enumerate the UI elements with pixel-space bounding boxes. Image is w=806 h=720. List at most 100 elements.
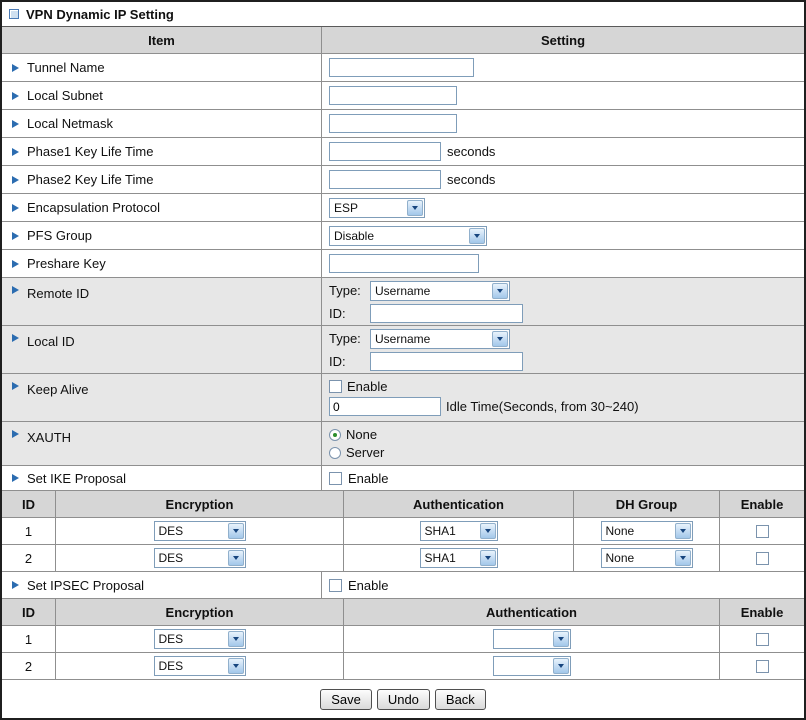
set-ipsec-proposal-enable-checkbox[interactable] [329, 578, 342, 592]
setting-cell: seconds [322, 166, 804, 193]
ipsec-row2-encryption-select[interactable]: DES [153, 656, 246, 676]
field-label: PFS Group [27, 228, 93, 243]
select-value: SHA1 [424, 524, 456, 538]
ipsec-header-id: ID [2, 599, 56, 625]
phase2-key-life-time-input[interactable] [329, 170, 441, 189]
ike-table-header: ID Encryption Authentication DH Group En… [2, 491, 804, 518]
ipsec-row2-authentication-select[interactable] [492, 656, 571, 676]
setting-cell: Enable Idle Time(Seconds, from 30~240) [322, 374, 804, 421]
ipsec-row1-id: 1 [2, 626, 56, 652]
set-ike-proposal-enable-checkbox[interactable] [329, 471, 342, 485]
select-value [494, 657, 552, 675]
save-button[interactable]: Save [320, 688, 372, 710]
ike-header-id: ID [2, 491, 56, 517]
select-value: ESP [334, 200, 359, 215]
ipsec-row1-encryption-select[interactable]: DES [153, 629, 246, 649]
select-value: DES [158, 551, 184, 565]
remote-id-type-select[interactable]: Username [370, 280, 510, 301]
ike-row2-authentication-select[interactable]: SHA1 [419, 548, 498, 568]
local-id-value-line: ID: [329, 351, 523, 371]
ike-table-row: 2 DES SHA1 None [2, 545, 804, 572]
ike-row2-encryption-select[interactable]: DES [153, 548, 246, 568]
radio-label: None [346, 427, 378, 442]
local-netmask-input[interactable] [329, 114, 457, 133]
type-label: Type: [329, 331, 361, 346]
bullet-arrow-icon [12, 119, 19, 128]
dropdown-arrow-icon [552, 631, 569, 647]
preshare-key-input[interactable] [329, 254, 479, 273]
local-subnet-input[interactable] [329, 86, 457, 105]
ike-row1-encryption-select[interactable]: DES [153, 521, 246, 541]
ike-row2-enable-checkbox[interactable] [755, 551, 769, 565]
item-cell: Set IKE Proposal [2, 466, 322, 490]
row-set-ipsec-proposal: Set IPSEC Proposal Enable [2, 572, 804, 599]
item-cell: Set IPSEC Proposal [2, 572, 322, 598]
ike-row1-authentication-select[interactable]: SHA1 [419, 521, 498, 541]
ipsec-table-row: 1 DES [2, 626, 804, 653]
ike-row2-enable-cell [720, 545, 804, 571]
local-id-input[interactable] [370, 351, 523, 371]
keep-alive-idle-line: Idle Time(Seconds, from 30~240) [329, 397, 639, 416]
remote-id-input[interactable] [370, 303, 523, 323]
xauth-server-radio[interactable] [329, 446, 341, 459]
field-label: Phase2 Key Life Time [27, 172, 154, 187]
dropdown-arrow-icon [479, 523, 496, 539]
phase1-key-life-time-input[interactable] [329, 142, 441, 161]
pfs-group-select[interactable]: Disable [329, 225, 487, 246]
ike-row1-dh-group-select[interactable]: None [600, 521, 693, 541]
dropdown-arrow-icon [469, 227, 485, 244]
window-icon [9, 9, 19, 19]
item-cell: Phase1 Key Life Time [2, 138, 322, 165]
item-cell: Phase2 Key Life Time [2, 166, 322, 193]
ipsec-row2-enable-checkbox[interactable] [755, 659, 769, 673]
keep-alive-enable-checkbox[interactable] [329, 380, 342, 393]
select-value: DES [158, 524, 184, 538]
row-pfs-group: PFS Group Disable [2, 222, 804, 250]
ike-row2-dh-group-select[interactable]: None [600, 548, 693, 568]
field-label: XAUTH [27, 430, 72, 445]
table-header-row: Item Setting [2, 27, 804, 54]
select-value: Username [375, 283, 431, 298]
ipsec-row2-enable-cell [720, 653, 804, 679]
bullet-arrow-icon [12, 581, 19, 589]
ike-table-row: 1 DES SHA1 None [2, 518, 804, 545]
bullet-arrow-icon [12, 147, 19, 156]
ipsec-row1-authentication-select[interactable] [492, 629, 571, 649]
bullet-arrow-icon [12, 91, 19, 100]
tunnel-name-input[interactable] [329, 58, 474, 77]
field-label: Local Netmask [27, 116, 113, 131]
setting-cell: Disable [322, 222, 804, 249]
ike-row2-authentication-cell: SHA1 [344, 545, 574, 571]
ipsec-row1-enable-checkbox[interactable] [755, 632, 769, 646]
row-phase2-key-life-time: Phase2 Key Life Time seconds [2, 166, 804, 194]
local-id-type-select[interactable]: Username [370, 328, 510, 349]
dropdown-arrow-icon [479, 550, 496, 566]
undo-button[interactable]: Undo [376, 688, 430, 710]
setting-cell: None Server [322, 422, 804, 465]
select-value: None [605, 551, 635, 565]
row-local-netmask: Local Netmask [2, 110, 804, 138]
ike-row1-dh-group-cell: None [574, 518, 720, 544]
row-local-id: Local ID Type: Username ID: [2, 326, 804, 374]
bullet-arrow-icon [12, 334, 19, 342]
ike-row1-enable-checkbox[interactable] [755, 524, 769, 538]
row-set-ike-proposal: Set IKE Proposal Enable [2, 466, 804, 491]
setting-cell: Enable [322, 572, 804, 598]
column-header-setting: Setting [540, 32, 586, 48]
ike-row2-encryption-cell: DES [56, 545, 344, 571]
id-label: ID: [329, 353, 346, 369]
xauth-option-none[interactable]: None [329, 427, 377, 442]
setting-cell [322, 82, 804, 109]
select-value [494, 630, 552, 648]
xauth-option-server[interactable]: Server [329, 445, 384, 460]
encapsulation-protocol-select[interactable]: ESP [329, 197, 425, 218]
footer-button-bar: Save Undo Back [2, 680, 804, 718]
xauth-none-radio[interactable] [329, 428, 341, 441]
back-button[interactable]: Back [434, 688, 486, 710]
keep-alive-idle-time-input[interactable] [329, 397, 441, 416]
field-label: Set IPSEC Proposal [27, 577, 145, 593]
ipsec-header-enable: Enable [740, 604, 784, 620]
setting-cell [322, 54, 804, 81]
bullet-arrow-icon [12, 259, 19, 268]
ipsec-header-authentication: Authentication [344, 599, 720, 625]
